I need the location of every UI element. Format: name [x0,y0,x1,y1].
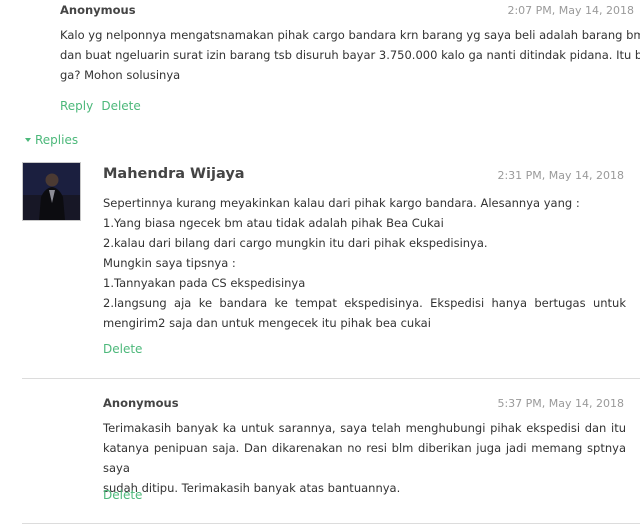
comment-line: sudah ditipu. Terimakasih banyak atas ba… [103,481,401,495]
delete-button[interactable]: Delete [103,342,142,356]
comment-body: Sepertinnya kurang meyakinkan kalau dari… [103,193,626,333]
user-photo-icon [23,163,80,220]
comment-line: Sepertinnya kurang meyakinkan kalau dari… [103,196,580,210]
comment-timestamp[interactable]: 5:37 PM, May 14, 2018 [497,397,624,410]
comment-line: 1.Tannyakan pada CS ekspedisinya [103,276,306,290]
replies-toggle-label: Replies [35,133,79,147]
comment-author: Anonymous [60,3,136,17]
reply-divider [22,378,640,379]
comment-line: 2.kalau dari bilang dari cargo mungkin i… [103,236,488,250]
comment-author: Mahendra Wijaya [103,166,245,182]
comment-body: Kalo yg nelponnya mengatsnamakan pihak c… [60,25,640,85]
reply-1: Mahendra Wijaya 2:31 PM, May 14, 2018 Se… [0,155,640,370]
comment-line: 2.langsung aja ke bandara ke tempat eksp… [103,296,626,310]
reply-button[interactable]: Reply [60,99,93,113]
comment-1: Anonymous 2:07 PM, May 14, 2018 Kalo yg … [0,0,640,125]
comment-timestamp[interactable]: 2:31 PM, May 14, 2018 [497,169,624,182]
reply-2: Anonymous 5:37 PM, May 14, 2018 Terimaka… [0,380,640,515]
delete-button[interactable]: Delete [101,99,140,113]
reply-divider [22,523,640,524]
caret-down-icon [25,137,31,142]
comment-timestamp[interactable]: 2:07 PM, May 14, 2018 [507,4,634,17]
comment-line: Kalo yg nelponnya mengatsnamakan pihak c… [60,28,640,42]
comment-body: Terimakasih banyak ka untuk sarannya, sa… [103,418,626,498]
avatar[interactable] [22,162,81,221]
delete-button[interactable]: Delete [103,488,142,502]
comment-actions: Reply Delete [60,95,141,114]
comment-line: dan buat ngeluarin surat izin barang tsb… [60,48,640,62]
comment-line: Mungkin saya tipsnya : [103,256,236,270]
comment-line: Terimakasih banyak ka untuk sarannya, sa… [103,421,626,435]
replies-toggle[interactable]: Replies [25,133,78,147]
comment-line: 1.Yang biasa ngecek bm atau tidak adalah… [103,216,444,230]
comment-author: Anonymous [103,396,179,410]
comment-line: ga? Mohon solusinya [60,68,181,82]
comment-line: mengirim2 saja dan untuk mengecek itu pi… [103,316,431,330]
comment-line: katanya penipuan saja. Dan dikarenakan n… [103,441,626,475]
